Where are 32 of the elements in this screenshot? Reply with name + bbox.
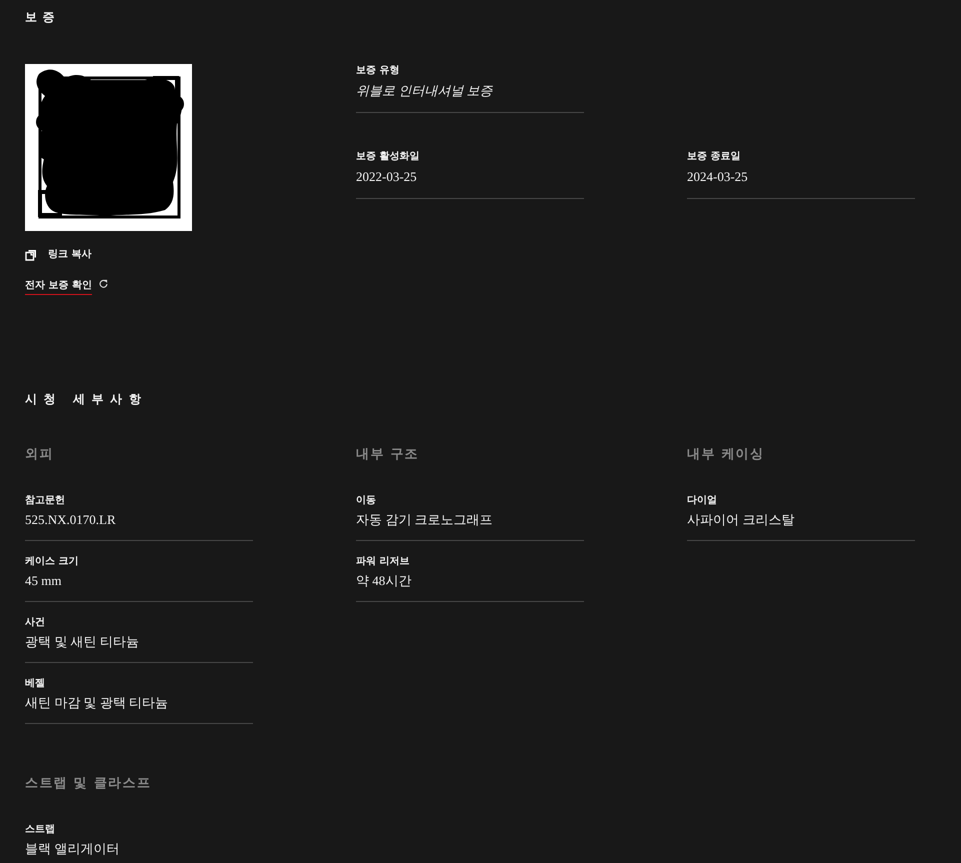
field-label: 보증 유형	[356, 64, 400, 78]
spec-label: 이동	[356, 494, 376, 508]
spec-value: 사파이어 크리스탈	[687, 511, 794, 529]
field-value: 위블로 인터내셔널 보증	[356, 82, 492, 100]
spec-value: 블랙 앨리게이터	[25, 840, 120, 855]
field-label: 보증 활성화일	[356, 150, 420, 164]
spec-label: 파워 리저브	[356, 555, 410, 569]
spec-label: 사건	[25, 616, 45, 630]
spec-value: 45 mm	[25, 572, 62, 590]
group-heading: 외피	[25, 446, 54, 464]
group-heading: 내부 케이싱	[687, 446, 764, 464]
section-title: 시청 세부사항	[25, 391, 148, 408]
field-value: 2024-03-25	[687, 168, 748, 186]
spec-value: 광택 및 새틴 티타늄	[25, 633, 139, 651]
field-label: 보증 종료일	[687, 150, 740, 164]
section-title: 보증	[25, 9, 60, 26]
spec-label: 다이얼	[687, 494, 717, 508]
copy-icon	[25, 249, 37, 261]
spec-label: 케이스 크기	[25, 555, 78, 569]
group-heading: 내부 구조	[356, 446, 420, 464]
spec-value: 약 48시간	[356, 572, 412, 590]
spec-value: 525.NX.0170.LR	[25, 511, 116, 529]
field-value: 2022-03-25	[356, 168, 417, 186]
spec-label: 참고문헌	[25, 494, 65, 508]
group-heading: 스트랩 및 클라스프	[25, 775, 152, 793]
spec-label: 베젤	[25, 677, 45, 691]
copy-link-button[interactable]: 링크 복사	[25, 247, 92, 263]
e-warranty-link[interactable]: 전자 보증 확인	[25, 279, 92, 295]
spec-value: 자동 감기 크로노그래프	[356, 511, 492, 529]
spec-label: 스트랩	[25, 823, 55, 837]
circular-arrow-icon[interactable]	[98, 279, 108, 288]
spec-value: 새틴 마감 및 광택 티타늄	[25, 694, 168, 712]
